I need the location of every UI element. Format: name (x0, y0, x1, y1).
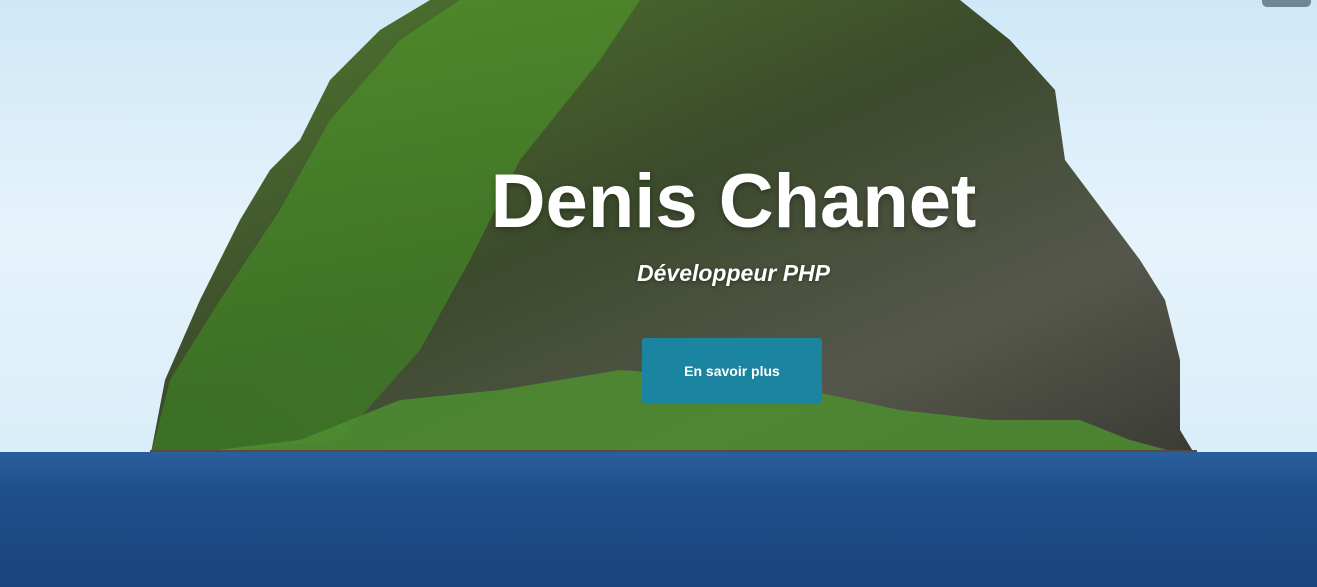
page-title: Denis Chanet (490, 159, 977, 244)
page-subtitle: Développeur PHP (637, 260, 830, 286)
sea (0, 452, 1317, 587)
hero-section: Denis Chanet Développeur PHP En savoir p… (0, 0, 1317, 587)
menu-toggle-button[interactable] (1262, 0, 1311, 7)
learn-more-button[interactable]: En savoir plus (642, 338, 822, 404)
